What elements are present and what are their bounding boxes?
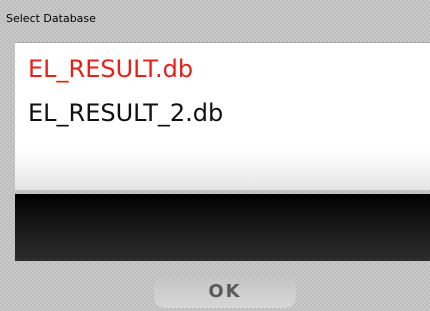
database-item-el-result[interactable]: EL_RESULT.db [28, 54, 193, 84]
ok-button-label: OK [208, 280, 242, 302]
ok-button[interactable]: OK [154, 274, 296, 308]
dialog-title: Select Database [6, 12, 96, 25]
select-database-dialog: Select Database EL_RESULT.db EL_RESULT_2… [0, 0, 430, 311]
database-list[interactable]: EL_RESULT.db EL_RESULT_2.db [15, 42, 430, 190]
dark-panel [15, 194, 430, 261]
database-item-el-result-2[interactable]: EL_RESULT_2.db [28, 98, 223, 128]
